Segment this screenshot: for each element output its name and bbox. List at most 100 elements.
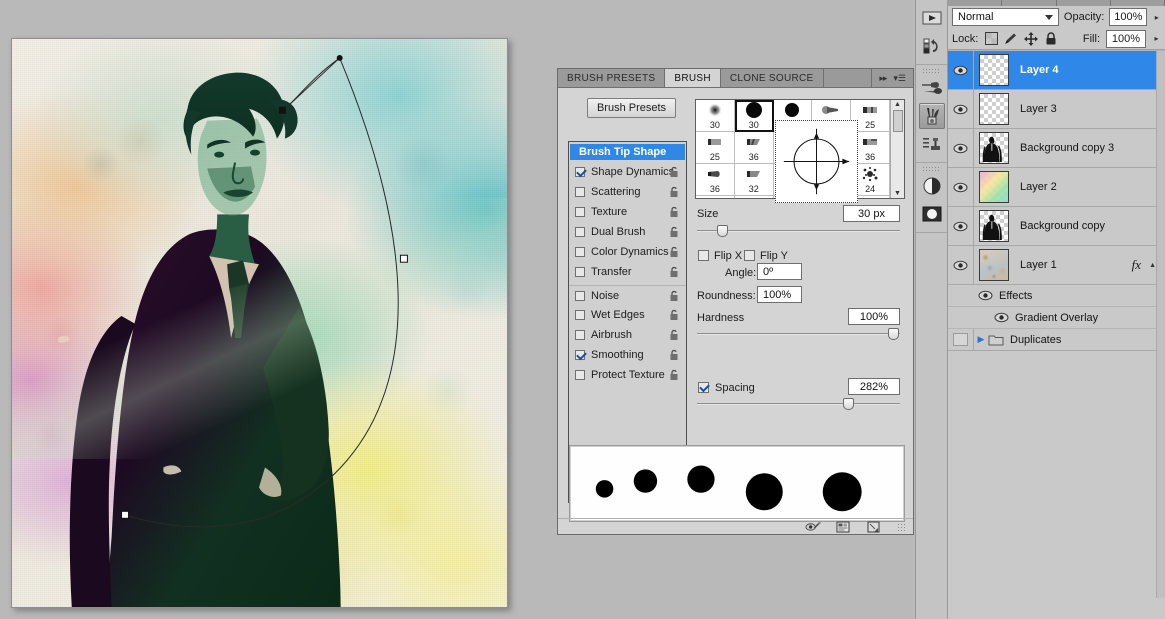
panel-icon-dock[interactable]: [915, 0, 948, 619]
layer-visibility-toggle[interactable]: [948, 51, 974, 89]
scroll-down-icon[interactable]: ▼: [894, 190, 901, 197]
option-brush-tip-shape[interactable]: Brush Tip Shape: [570, 144, 685, 160]
effect-entry-row[interactable]: Gradient Overlay: [948, 307, 1165, 329]
checkbox-icon[interactable]: [575, 310, 585, 320]
tab-channels[interactable]: [1002, 0, 1057, 6]
brush-tip-cell[interactable]: 30: [696, 100, 735, 132]
layer-thumbnail-cell[interactable]: [974, 210, 1014, 242]
option-wet-edges[interactable]: Wet Edges: [569, 305, 686, 325]
option-shape-dynamics[interactable]: Shape Dynamics: [569, 162, 686, 182]
toggle-brush-preview-icon[interactable]: [805, 520, 821, 533]
option-noise[interactable]: Noise: [569, 285, 686, 305]
blend-mode-select[interactable]: Normal: [952, 8, 1059, 26]
flip-x-checkbox[interactable]: [698, 250, 709, 261]
slider-knob[interactable]: [888, 328, 899, 340]
dock-drag-dots[interactable]: [922, 166, 941, 171]
slider-knob[interactable]: [717, 225, 728, 237]
panel-menu-icon[interactable]: ▾☰: [893, 73, 906, 83]
lock-image-pixels-icon[interactable]: [1004, 32, 1018, 46]
flip-y-checkbox[interactable]: [744, 250, 755, 261]
checkbox-icon[interactable]: [575, 330, 585, 340]
lock-position-icon[interactable]: [1024, 31, 1039, 46]
layer-row[interactable]: Layer 3: [948, 90, 1165, 129]
layer-row[interactable]: Background copy 3: [948, 129, 1165, 168]
brush-presets-icon[interactable]: [919, 75, 945, 101]
brush-tip-cell-selected[interactable]: 30: [734, 100, 774, 132]
layer-row[interactable]: Background copy: [948, 207, 1165, 246]
brush-tip-cell[interactable]: [734, 196, 774, 198]
checkbox-icon[interactable]: [575, 247, 585, 257]
document-artboard[interactable]: [11, 38, 508, 608]
layer-effects-fx-icon[interactable]: fx: [1132, 257, 1147, 273]
opacity-value[interactable]: 100%: [1109, 8, 1148, 26]
option-smoothing[interactable]: Smoothing: [569, 345, 686, 365]
brush-panel-footer[interactable]: [558, 518, 913, 534]
brush-presets-button[interactable]: Brush Presets: [587, 98, 676, 118]
lock-icon[interactable]: [669, 166, 680, 178]
brush-tip-cell[interactable]: 36: [696, 164, 735, 196]
actions-play-icon[interactable]: [919, 5, 945, 31]
lock-icon[interactable]: [669, 226, 680, 238]
lock-icon[interactable]: [669, 369, 680, 381]
group-visibility-toggle[interactable]: [948, 329, 974, 350]
effects-visibility-toggle[interactable]: [978, 285, 993, 306]
effects-collapse-icon[interactable]: ▲: [1147, 262, 1156, 269]
layer-group-row[interactable]: ▶ Duplicates: [948, 329, 1165, 351]
spacing-slider[interactable]: [697, 398, 900, 410]
checkbox-icon[interactable]: [575, 227, 585, 237]
checkbox-icon[interactable]: [575, 290, 585, 301]
layers-panel[interactable]: Normal Opacity: 100% ▸ Lock: Fill: 100% …: [948, 0, 1165, 619]
new-brush-preset-panel-icon[interactable]: [835, 520, 851, 533]
option-dual-brush[interactable]: Dual Brush: [569, 222, 686, 242]
lock-row[interactable]: Lock: Fill: 100% ▸: [948, 28, 1165, 50]
create-new-brush-icon[interactable]: [865, 520, 881, 533]
checkbox-icon[interactable]: [575, 267, 585, 277]
tab-brush-presets[interactable]: BRUSH PRESETS: [558, 69, 666, 87]
layer-visibility-toggle[interactable]: [948, 246, 974, 284]
checkbox-icon[interactable]: [575, 167, 585, 177]
blend-mode-row[interactable]: Normal Opacity: 100% ▸: [948, 6, 1165, 28]
brush-tip-cell[interactable]: 25: [696, 132, 735, 164]
option-protect-texture[interactable]: Protect Texture: [569, 365, 686, 385]
layer-thumbnail-cell[interactable]: [974, 171, 1014, 203]
opacity-stepper-icon[interactable]: ▸: [1152, 13, 1161, 22]
brush-tip-cell[interactable]: 32: [734, 164, 774, 196]
layer-row[interactable]: Layer 2: [948, 168, 1165, 207]
layer-visibility-toggle[interactable]: [948, 168, 974, 206]
hardness-slider[interactable]: [697, 328, 900, 340]
brush-tip-cell[interactable]: [696, 196, 735, 198]
angle-value[interactable]: 0º: [757, 263, 802, 280]
layer-visibility-toggle[interactable]: [948, 90, 974, 128]
checkbox-icon[interactable]: [575, 350, 585, 360]
layer-thumbnail-cell[interactable]: [974, 132, 1014, 164]
option-color-dynamics[interactable]: Color Dynamics: [569, 242, 686, 262]
lock-transparent-pixels-icon[interactable]: [984, 32, 998, 46]
checkbox-icon[interactable]: [575, 187, 585, 197]
masks-icon[interactable]: [919, 201, 945, 227]
lock-icon[interactable]: [669, 290, 680, 302]
brush-panel-icon[interactable]: [918, 103, 945, 129]
layers-panel-tabstrip[interactable]: [948, 0, 1165, 6]
brush-grid-scrollbar[interactable]: ▲ ▼: [890, 100, 904, 198]
tab-extra[interactable]: [1111, 0, 1165, 6]
dock-drag-dots[interactable]: [922, 68, 941, 73]
history-icon[interactable]: [919, 33, 945, 59]
option-transfer[interactable]: Transfer: [569, 262, 686, 282]
lock-icon[interactable]: [669, 186, 680, 198]
lock-all-icon[interactable]: [1044, 32, 1058, 46]
panel-resize-grip[interactable]: [897, 522, 905, 531]
checkbox-icon[interactable]: [575, 370, 585, 380]
layer-thumbnail-cell[interactable]: [974, 249, 1014, 281]
lock-icon[interactable]: [669, 349, 680, 361]
layer-row[interactable]: Layer 1 fx ▲: [948, 246, 1165, 285]
chevron-down-icon[interactable]: [1044, 15, 1053, 20]
effect-visibility-toggle[interactable]: [994, 307, 1009, 328]
spacing-checkbox[interactable]: [698, 382, 709, 393]
layer-list-scrollbar[interactable]: [1156, 51, 1165, 598]
option-airbrush[interactable]: Airbrush: [569, 325, 686, 345]
tab-brush[interactable]: BRUSH: [665, 69, 721, 87]
roundness-value[interactable]: 100%: [757, 286, 802, 303]
collapse-panel-icon[interactable]: ▸▸: [879, 73, 887, 84]
lock-icon[interactable]: [669, 309, 680, 321]
fill-stepper-icon[interactable]: ▸: [1152, 34, 1161, 43]
